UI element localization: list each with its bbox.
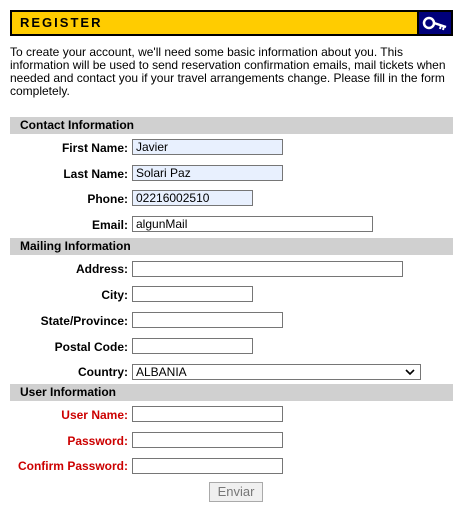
- section-title: Contact Information: [20, 118, 134, 132]
- address-label: Address:: [75, 262, 128, 276]
- last-name-input[interactable]: Solari Paz: [132, 165, 283, 181]
- first-name-input[interactable]: Javier: [132, 139, 283, 155]
- phone-label: Phone:: [87, 192, 128, 206]
- chevron-down-icon: [404, 365, 416, 382]
- confirm-password-label: Confirm Password:: [17, 459, 128, 473]
- confirm-password-input[interactable]: [132, 458, 283, 474]
- postal-code-label: Postal Code:: [54, 340, 128, 354]
- key-icon: [419, 12, 451, 34]
- country-selected-value: ALBANIA: [136, 365, 187, 379]
- section-title: User Information: [20, 385, 117, 399]
- postal-code-input[interactable]: [132, 338, 253, 354]
- submit-button[interactable]: Enviar: [209, 482, 263, 502]
- username-input[interactable]: [132, 406, 283, 422]
- section-user-information: User Information: [10, 384, 453, 401]
- email-input[interactable]: algunMail: [132, 216, 373, 232]
- email-label: Email:: [91, 218, 128, 232]
- city-label: City:: [101, 288, 128, 302]
- phone-input[interactable]: 02216002510: [132, 190, 253, 206]
- password-input[interactable]: [132, 432, 283, 448]
- section-contact-information: Contact Information: [10, 117, 453, 134]
- section-title: Mailing Information: [20, 239, 131, 253]
- address-input[interactable]: [132, 261, 403, 277]
- first-name-label: First Name:: [61, 141, 128, 155]
- intro-text: To create your account, we'll need some …: [10, 45, 446, 98]
- page-title: REGISTER: [20, 15, 103, 30]
- country-label: Country:: [78, 365, 128, 379]
- country-select[interactable]: ALBANIA: [132, 364, 421, 380]
- state-input[interactable]: [132, 312, 283, 328]
- password-label: Password:: [67, 434, 128, 448]
- username-label: User Name:: [61, 408, 128, 422]
- state-label: State/Province:: [40, 314, 128, 328]
- section-mailing-information: Mailing Information: [10, 238, 453, 255]
- last-name-label: Last Name:: [63, 167, 128, 181]
- city-input[interactable]: [132, 286, 253, 302]
